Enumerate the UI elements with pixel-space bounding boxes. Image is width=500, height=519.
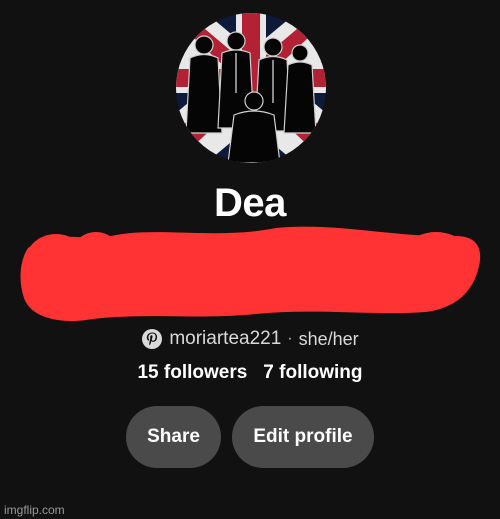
- edit-profile-button[interactable]: Edit profile: [232, 406, 374, 468]
- share-button[interactable]: Share: [126, 406, 221, 468]
- meta-separator: ·: [287, 330, 293, 347]
- following-count[interactable]: 7 following: [263, 362, 362, 384]
- pinterest-logo-icon: [142, 329, 163, 349]
- redaction-scribble: [20, 226, 481, 322]
- profile-stats-row: 15 followers 7 following: [0, 362, 500, 384]
- avatar-image: [176, 13, 326, 163]
- profile-meta-row: moriartea221 · she/her: [0, 328, 500, 350]
- profile-pronouns: she/her: [298, 328, 359, 349]
- imgflip-watermark: imgflip.com: [4, 503, 65, 517]
- profile-handle[interactable]: moriartea221: [169, 328, 281, 350]
- followers-count[interactable]: 15 followers: [137, 362, 247, 384]
- profile-avatar[interactable]: [176, 13, 326, 163]
